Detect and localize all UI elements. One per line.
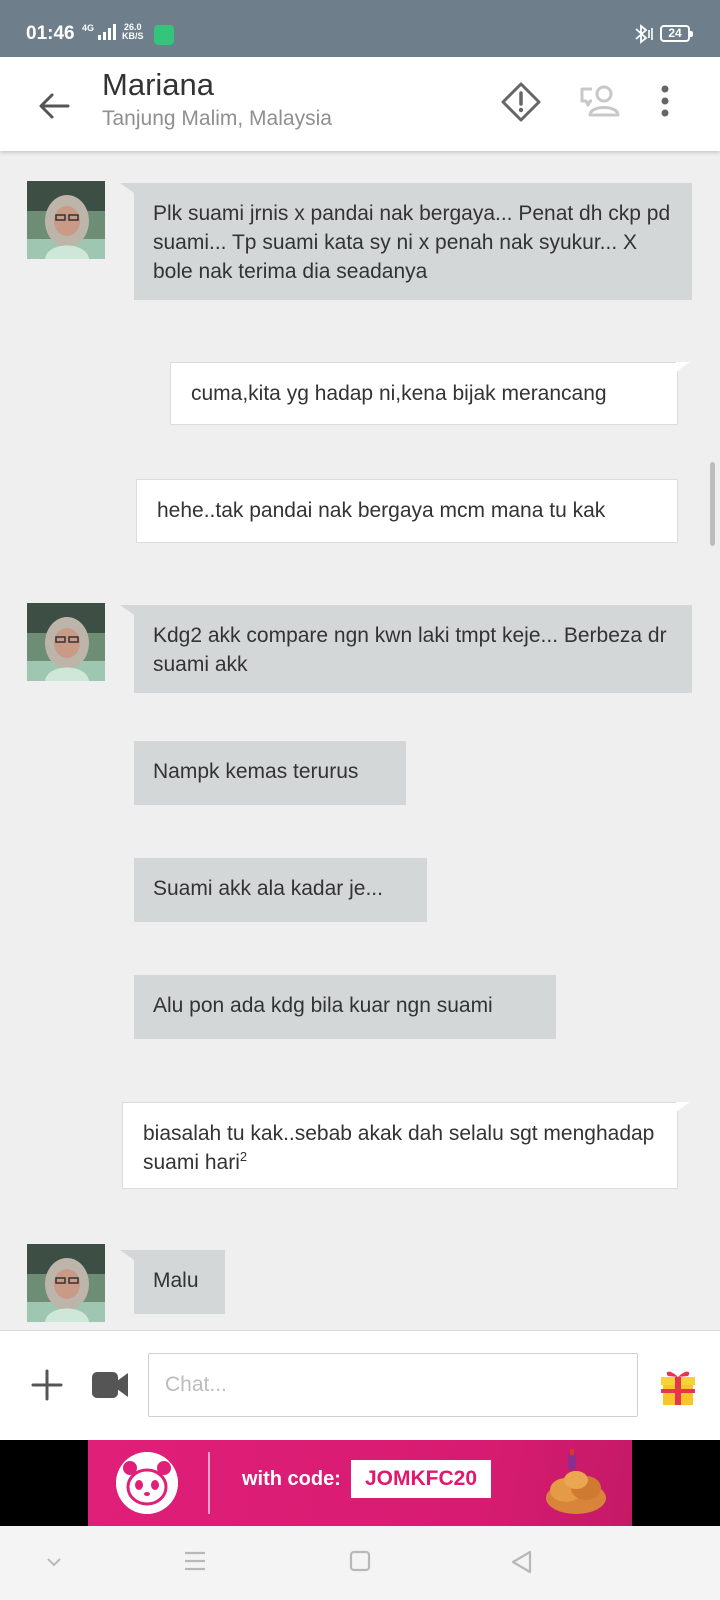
more-icon[interactable] <box>660 81 670 123</box>
fried-chicken-icon <box>546 1449 606 1514</box>
message-bubble-outgoing[interactable]: biasalah tu kak..sebab akak dah selalu s… <box>122 1102 678 1189</box>
status-bar: 01:46 4G 26.0 KB/S 24 <box>0 0 720 57</box>
bubble-tail <box>120 1250 134 1260</box>
gift-icon[interactable] <box>660 1367 696 1407</box>
ad-text: with code: <box>242 1468 341 1490</box>
scrollbar[interactable] <box>710 462 715 546</box>
promo-code: JOMKFC20 <box>351 1460 491 1498</box>
message-bubble-incoming[interactable]: Malu <box>134 1250 225 1314</box>
message-text: biasalah tu kak..sebab akak dah selalu s… <box>143 1122 655 1174</box>
app-notification-icon <box>154 25 174 45</box>
bluetooth-vibrate-icon <box>635 24 653 44</box>
contact-location: Tanjung Malim, Malaysia <box>102 107 332 130</box>
message-bubble-outgoing[interactable]: hehe..tak pandai nak bergaya mcm mana tu… <box>136 479 678 543</box>
network-type: 4G <box>82 23 95 33</box>
contact-name[interactable]: Mariana <box>102 67 214 103</box>
chat-composer <box>0 1330 720 1441</box>
message-bubble-incoming[interactable]: Plk suami jrnis x pandai nak bergaya... … <box>134 183 692 300</box>
back-triangle-icon[interactable] <box>510 1550 534 1574</box>
avatar-photo-icon <box>27 181 105 259</box>
message-bubble-incoming[interactable]: Kdg2 akk compare ngn kwn laki tmpt keje.… <box>134 605 692 693</box>
panda-logo-icon <box>116 1452 178 1514</box>
contact-avatar[interactable] <box>27 181 105 259</box>
contact-icon[interactable] <box>578 81 624 123</box>
back-arrow-icon[interactable] <box>34 86 74 126</box>
message-bubble-incoming[interactable]: Alu pon ada kdg bila kuar ngn suami <box>134 975 556 1039</box>
signal-icon <box>98 24 116 40</box>
chevron-down-icon[interactable] <box>46 1556 62 1568</box>
message-bubble-incoming[interactable]: Suami akk ala kadar je... <box>134 858 427 922</box>
add-icon[interactable] <box>30 1368 64 1402</box>
message-superscript: 2 <box>239 1149 248 1164</box>
menu-icon[interactable] <box>183 1550 207 1572</box>
report-icon[interactable] <box>500 81 542 123</box>
speed-unit: KB/S <box>122 31 144 41</box>
ad-divider <box>208 1452 210 1514</box>
status-time: 01:46 <box>26 23 75 44</box>
system-nav-bar <box>0 1526 720 1600</box>
network-speed: 26.0 KB/S <box>122 23 144 41</box>
bubble-tail <box>676 1102 690 1112</box>
chat-header: Mariana Tanjung Malim, Malaysia <box>0 57 720 151</box>
avatar-photo-icon <box>27 603 105 681</box>
bubble-tail <box>120 605 134 615</box>
contact-avatar[interactable] <box>27 603 105 681</box>
bubble-tail <box>676 362 690 372</box>
home-icon[interactable] <box>349 1550 371 1572</box>
chat-input[interactable] <box>148 1353 638 1417</box>
video-camera-icon[interactable] <box>90 1368 130 1402</box>
contact-avatar[interactable] <box>27 1244 105 1322</box>
ad-banner[interactable]: with code: JOMKFC20 <box>88 1440 632 1526</box>
battery-indicator: 24 <box>660 25 693 42</box>
bubble-tail <box>120 183 134 193</box>
message-bubble-incoming[interactable]: Nampk kemas terurus <box>134 741 406 805</box>
ad-area: with code: JOMKFC20 <box>0 1440 720 1526</box>
message-bubble-outgoing[interactable]: cuma,kita yg hadap ni,kena bijak meranca… <box>170 362 678 425</box>
avatar-photo-icon <box>27 1244 105 1322</box>
